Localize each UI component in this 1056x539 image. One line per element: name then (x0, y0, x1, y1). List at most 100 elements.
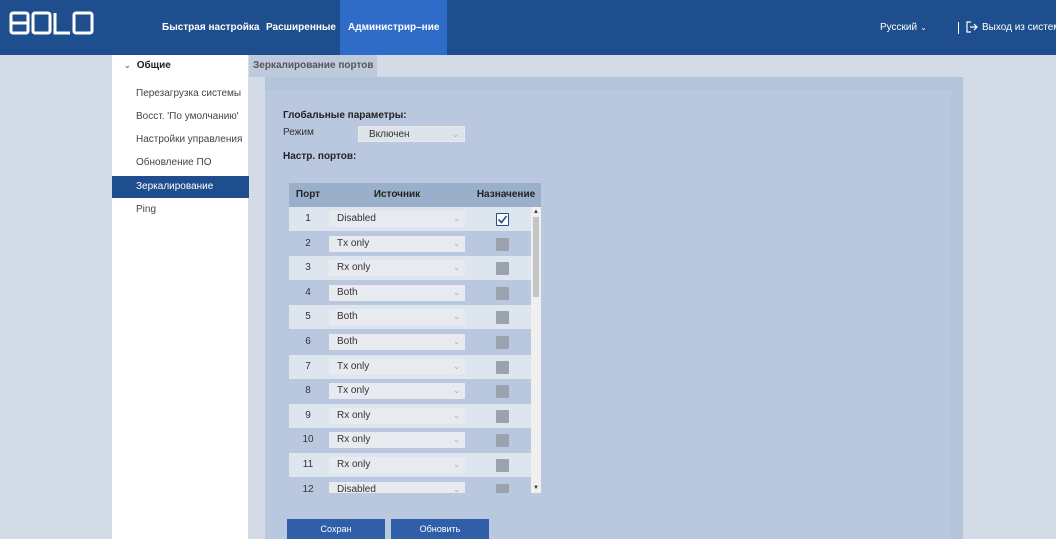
port-number: 6 (305, 336, 311, 347)
port-number: 10 (302, 434, 314, 446)
chevron-down-icon: ⌄ (453, 386, 460, 396)
sidebar: ⌄ Общие Перезагрузка системы Восст. 'По у… (112, 55, 249, 539)
source-select[interactable]: Both ⌄ (329, 284, 465, 301)
destination-checkbox[interactable] (496, 483, 509, 493)
source-value: Disabled (337, 483, 376, 493)
port-number: 4 (305, 286, 311, 298)
chevron-down-icon: ⌄ (453, 337, 460, 346)
table-row: 3 Rx only ⌄ (289, 256, 531, 281)
sidebar-group-label: Общие (136, 60, 171, 71)
mode-label: Режим (283, 127, 314, 138)
logout-label: Выход из систем (982, 22, 1056, 33)
chevron-down-icon: ⌄ (453, 361, 460, 371)
table-row: 9 Rx only ⌄ (289, 403, 531, 428)
chevron-down-icon: ⌄ (453, 287, 460, 297)
source-value: Disabled (337, 213, 376, 224)
destination-checkbox[interactable] (496, 213, 509, 226)
port-number: 3 (305, 262, 311, 274)
ports-table: Порт Источник Назначение 1 Disabled ⌄ 2 Tx o… (289, 183, 541, 493)
nav-administration[interactable]: Администрир–ние (340, 0, 448, 55)
bolid-logo[interactable] (8, 10, 96, 36)
header-destination: Назначение (476, 189, 536, 200)
destination-checkbox[interactable] (496, 409, 509, 423)
logout-icon (966, 21, 978, 33)
chevron-down-icon: ⌄ (452, 130, 459, 139)
header-source: Источник (373, 189, 421, 200)
source-select[interactable]: Disabled ⌄ (329, 211, 465, 227)
source-value: Rx only (337, 262, 371, 274)
destination-checkbox[interactable] (496, 237, 509, 251)
sidebar-item-management[interactable]: Настройки управления (112, 129, 249, 151)
source-select[interactable]: Tx only ⌄ (329, 235, 465, 252)
destination-checkbox[interactable] (496, 360, 509, 374)
source-select[interactable]: Rx only ⌄ (329, 457, 465, 473)
nav-advanced[interactable]: Расширенные (258, 0, 344, 55)
source-select[interactable]: Rx only ⌄ (329, 432, 465, 449)
source-value: Rx only (337, 409, 371, 421)
table-header: Порт Источник Назначение (289, 183, 541, 207)
source-select[interactable]: Tx only ⌄ (329, 383, 465, 400)
source-select[interactable]: Tx only ⌄ (329, 358, 465, 375)
source-select[interactable]: Rx only ⌄ (329, 407, 465, 424)
chevron-down-icon: ⌄ (453, 214, 460, 223)
table-row: 10 Rx only ⌄ (289, 428, 531, 453)
sidebar-item-firmware[interactable]: Обновление ПО (112, 152, 249, 174)
source-value: Tx only (337, 360, 370, 372)
source-select[interactable]: Disabled ⌄ (329, 481, 465, 493)
top-bar: Быстрая настройка Расширенные Администри… (0, 0, 1056, 55)
destination-checkbox[interactable] (496, 336, 509, 349)
table-row: 1 Disabled ⌄ (289, 207, 531, 231)
mode-value: Включен (369, 129, 410, 140)
scroll-up-icon[interactable]: ▲ (531, 207, 541, 217)
destination-checkbox[interactable] (496, 385, 509, 399)
checkmark-icon (497, 215, 508, 224)
port-number: 2 (305, 237, 311, 249)
table-row: 7 Tx only ⌄ (289, 354, 531, 379)
scroll-thumb[interactable] (533, 217, 539, 297)
source-select[interactable]: Both ⌄ (329, 334, 465, 350)
destination-checkbox[interactable] (496, 311, 509, 325)
table-scrollbar[interactable]: ▲ ▼ (531, 207, 541, 493)
chevron-down-icon: ⌄ (453, 435, 460, 445)
sidebar-item-ping[interactable]: Ping (112, 199, 249, 221)
language-label: Русский (880, 22, 918, 33)
source-value: Tx only (337, 237, 370, 249)
sidebar-item-restore-defaults[interactable]: Восст. 'По умолчанию' (112, 106, 249, 128)
chevron-down-icon: ⌄ (453, 263, 460, 273)
port-number: 12 (302, 483, 314, 493)
chevron-down-icon: ⌄ (124, 61, 131, 70)
global-params-title: Глобальные параметры: (283, 110, 407, 121)
chevron-down-icon: ⌄ (453, 460, 460, 469)
mode-select[interactable]: Включен ⌄ (358, 126, 465, 142)
nav-quick-setup[interactable]: Быстрая настройка (154, 0, 267, 55)
scroll-down-icon[interactable]: ▼ (531, 483, 541, 493)
chevron-down-icon: ⌄ (453, 238, 460, 248)
destination-checkbox[interactable] (496, 286, 509, 300)
sidebar-item-reboot[interactable]: Перезагрузка системы (112, 83, 249, 105)
table-row: 5 Both ⌄ (289, 305, 531, 330)
port-number: 9 (305, 409, 311, 421)
chevron-down-icon: ⌄ (453, 484, 460, 493)
source-select[interactable]: Rx only ⌄ (329, 260, 465, 277)
refresh-button[interactable]: Обновить (391, 519, 489, 539)
source-value: Tx only (337, 385, 370, 397)
table-row: 12 Disabled ⌄ (289, 477, 531, 493)
destination-checkbox[interactable] (496, 434, 509, 448)
table-row: 6 Both ⌄ (289, 330, 531, 354)
source-select[interactable]: Both ⌄ (329, 309, 465, 326)
destination-checkbox[interactable] (496, 262, 509, 276)
sidebar-group-general[interactable]: ⌄ Общие (112, 55, 249, 77)
source-value: Both (337, 336, 358, 347)
language-select[interactable]: Русский ⌄ (880, 0, 927, 55)
save-button[interactable]: Сохран (287, 519, 385, 539)
table-row: 4 Both ⌄ (289, 280, 531, 305)
port-number: 7 (305, 360, 311, 372)
ports-title: Настр. портов: (283, 151, 357, 162)
logout-button[interactable]: Выход из систем (966, 0, 1056, 55)
sidebar-item-mirroring[interactable]: Зеркалирование (112, 176, 249, 198)
destination-checkbox[interactable] (496, 459, 509, 472)
left-gutter (0, 55, 112, 539)
chevron-down-icon: ⌄ (920, 23, 927, 32)
table-row: 11 Rx only ⌄ (289, 453, 531, 477)
tab-port-mirroring[interactable]: Зеркалирование портов (249, 55, 378, 77)
